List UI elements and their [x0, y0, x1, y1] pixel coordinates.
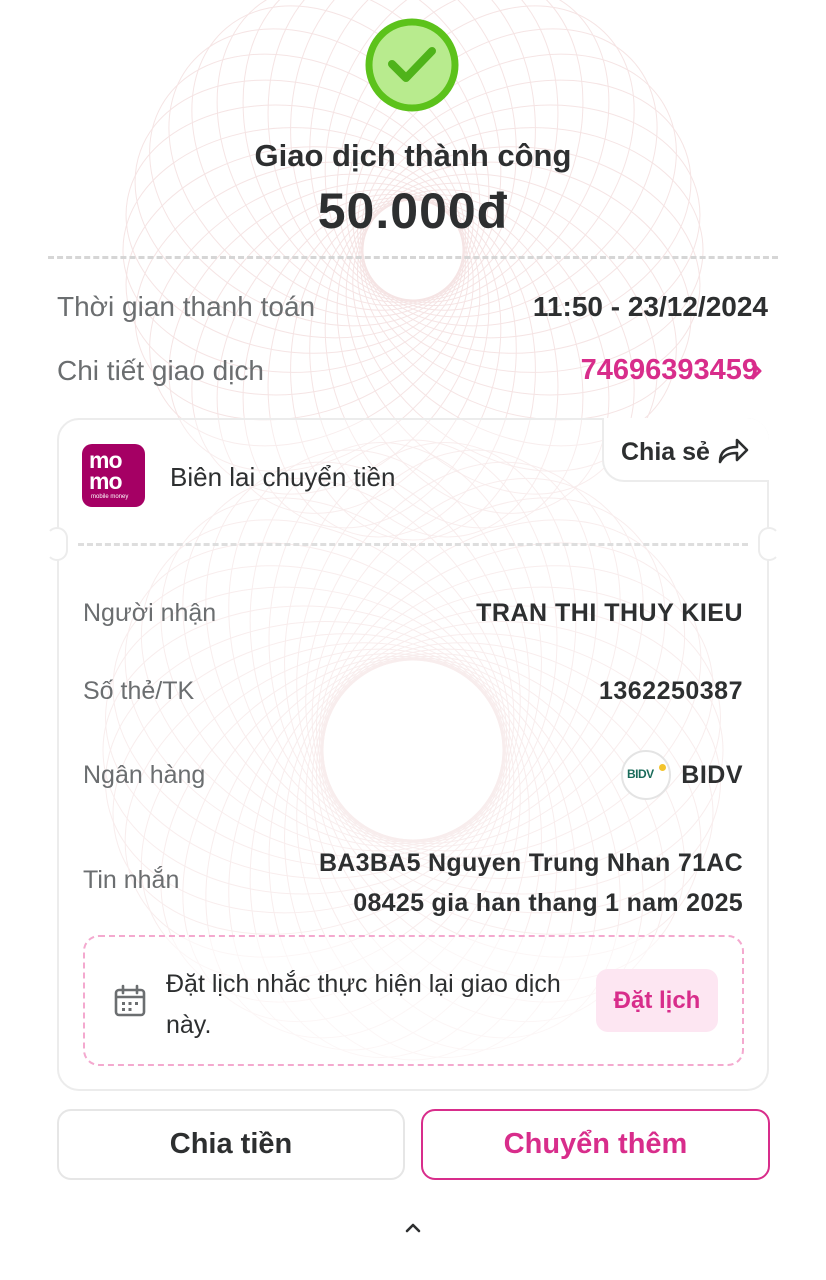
calendar-icon — [114, 984, 146, 1017]
transaction-id-link[interactable]: 74696393459 — [581, 354, 758, 387]
card-notch-right — [758, 527, 780, 561]
transaction-detail-label: Chi tiết giao dịch — [57, 355, 265, 386]
dashed-divider — [48, 256, 778, 259]
transaction-amount: 50.000đ — [317, 183, 509, 239]
bank-value: BIDV — [681, 761, 743, 789]
check-circle-icon — [365, 18, 459, 112]
account-label: Số thẻ/TK — [83, 677, 195, 705]
message-label: Tin nhắn — [83, 866, 180, 894]
share-arrow-icon[interactable] — [716, 436, 750, 466]
transfer-more-button[interactable]: Chuyển thêm — [421, 1109, 770, 1180]
account-value: 1362250387 — [598, 677, 743, 705]
chevron-up-icon[interactable] — [402, 1221, 424, 1235]
card-divider — [78, 543, 748, 546]
recipient-label: Người nhận — [83, 599, 217, 627]
bank-label: Ngân hàng — [83, 761, 206, 789]
receipt-title: Biên lai chuyển tiền — [170, 462, 396, 492]
message-value: BA3BA5 Nguyen Trung Nhan 71AC 08425 gia … — [318, 849, 743, 917]
schedule-button[interactable]: Đặt lịch — [596, 969, 718, 1032]
receipt-screen: Giao dịch thành công 50.000đ Thời gian t… — [0, 0, 826, 1280]
recipient-value: TRAN THI THUY KIEU — [476, 599, 743, 627]
reminder-text: Đặt lịch nhắc thực hiện lại giao dịch nà… — [166, 970, 561, 1039]
bank-logo-icon: BIDV — [621, 750, 671, 800]
payment-time-label: Thời gian thanh toán — [57, 291, 316, 322]
card-notch-left — [46, 527, 68, 561]
chevron-right-icon[interactable] — [748, 359, 766, 383]
momo-logo: mo mo mobile money — [82, 444, 145, 507]
share-label[interactable]: Chia sẻ — [621, 438, 710, 467]
payment-time-value: 11:50 - 23/12/2024 — [532, 291, 768, 322]
status-title: Giao dịch thành công — [254, 138, 572, 173]
split-money-button[interactable]: Chia tiền — [57, 1109, 405, 1180]
